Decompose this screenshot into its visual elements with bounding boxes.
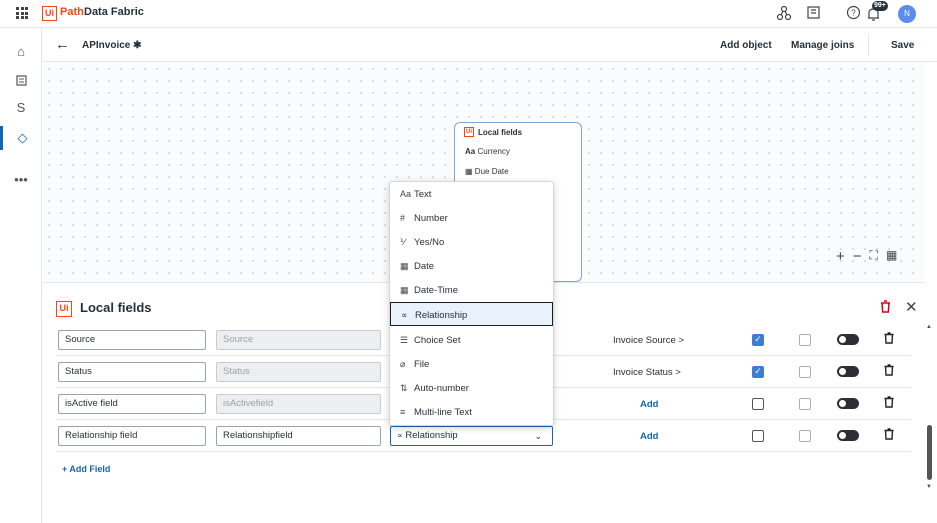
relationship-icon: ∝ <box>401 310 408 320</box>
type-option-multi-line-text[interactable]: ≡ Multi-line Text <box>390 400 553 424</box>
uipath-logo: Ui <box>42 6 57 21</box>
unique-checkbox[interactable] <box>799 334 811 346</box>
encrypt-toggle[interactable] <box>837 366 859 377</box>
app-title: Data Fabric <box>84 6 144 18</box>
svg-text:?: ? <box>851 9 856 18</box>
minimap-icon[interactable]: ▦ <box>886 248 897 265</box>
app-launcher-icon[interactable] <box>16 7 28 19</box>
field-name-input: isActivefield <box>216 394 381 414</box>
relationship-icon: ∝ <box>397 431 403 440</box>
unique-checkbox[interactable] <box>799 366 811 378</box>
display-name-field[interactable]: Relationship field <box>58 426 206 446</box>
manage-joins-button[interactable]: Manage joins <box>791 40 854 51</box>
type-option-number[interactable]: # Number <box>390 206 553 230</box>
encrypt-toggle[interactable] <box>837 430 859 441</box>
type-option-yes-no[interactable]: ⅟ Yes/No <box>390 230 553 254</box>
required-checkbox[interactable]: ✓ <box>752 366 764 378</box>
delete-entity-icon[interactable] <box>880 300 891 316</box>
required-checkbox[interactable] <box>752 398 764 410</box>
avatar[interactable]: N <box>898 5 916 23</box>
resource-center-icon[interactable] <box>806 5 821 23</box>
zoom-out-icon[interactable]: − <box>853 248 862 265</box>
chevron-down-icon: ⌄ <box>534 431 542 441</box>
calendar-clock-icon: ▦ <box>400 285 409 295</box>
lines-icon: ≡ <box>400 407 406 417</box>
zoom-in-icon[interactable]: + <box>836 248 845 265</box>
display-name-field[interactable]: isActive field <box>58 394 206 414</box>
unique-checkbox[interactable] <box>799 398 811 410</box>
type-option-file[interactable]: ⌀ File <box>390 352 553 376</box>
scroll-up-icon[interactable]: ▲ <box>926 324 932 330</box>
sort-icon: ⇅ <box>400 383 408 393</box>
panel-title: Local fields <box>80 300 152 315</box>
field-name-input[interactable]: Relationshipfield <box>216 426 381 446</box>
entities-icon[interactable]: ◇ <box>0 126 42 150</box>
field-type-select[interactable]: ∝ Relationship ⌄ <box>390 426 553 446</box>
more-icon[interactable]: ••• <box>0 168 42 192</box>
scroll-down-icon[interactable]: ▼ <box>926 484 932 490</box>
add-object-button[interactable]: Add object <box>720 40 772 51</box>
type-option-relationship[interactable]: ∝ Relationship <box>390 302 553 326</box>
connections-icon[interactable]: S <box>0 96 42 120</box>
paperclip-icon: ⌀ <box>400 359 406 369</box>
node-field: ▦ Due Date <box>465 167 509 176</box>
type-option-choice-set[interactable]: ☰ Choice Set <box>390 328 553 352</box>
yes-no-type-icon: ⅟ <box>400 237 406 247</box>
help-icon[interactable]: ? <box>846 5 861 23</box>
fit-view-icon[interactable]: ⛶ <box>870 248 878 265</box>
field-name-input: Status <box>216 362 381 382</box>
choice-set-icon: ☰ <box>400 335 409 345</box>
zoom-controls: + − ⛶ ▦ <box>836 248 897 265</box>
add-relation-link[interactable]: Add <box>640 431 658 442</box>
unique-checkbox[interactable] <box>799 430 811 442</box>
home-icon[interactable]: ⌂ <box>0 40 42 64</box>
scrollbar-thumb[interactable] <box>927 425 932 480</box>
delete-field-icon[interactable] <box>884 396 894 411</box>
add-relation-link[interactable]: Add <box>640 399 658 410</box>
close-icon[interactable]: ✕ <box>905 298 918 316</box>
settings-gear-icon[interactable]: ✱ <box>133 40 141 51</box>
add-field-link[interactable]: + Add Field <box>62 464 110 474</box>
type-option-date[interactable]: ▦ Date <box>390 254 553 278</box>
type-option-text[interactable]: Aa Text <box>390 182 553 206</box>
calendar-icon: ▦ <box>400 261 409 271</box>
required-checkbox[interactable]: ✓ <box>752 334 764 346</box>
display-name-field[interactable]: Source <box>58 330 206 350</box>
calendar-icon: ▦ <box>465 167 473 176</box>
panel-logo-icon: Ui <box>56 301 72 317</box>
node-title: Ui Local fields <box>464 127 523 137</box>
delete-field-icon[interactable] <box>884 428 894 443</box>
save-button[interactable]: Save <box>891 40 914 51</box>
uipath-logo-text: Path <box>60 6 84 18</box>
node-logo-icon: Ui <box>464 127 474 137</box>
node-field: Aa Currency <box>465 147 510 156</box>
type-option-auto-number[interactable]: ⇅ Auto-number <box>390 376 553 400</box>
required-checkbox[interactable] <box>752 430 764 442</box>
notification-badge: 99+ <box>872 1 888 11</box>
data-icon[interactable] <box>0 68 42 92</box>
type-option-date-time[interactable]: ▦ Date-Time <box>390 278 553 302</box>
sidebar: ⌂ S ◇ ••• <box>0 28 42 523</box>
encrypt-toggle[interactable] <box>837 334 859 345</box>
field-name-input: Source <box>216 330 381 350</box>
text-type-icon: Aa <box>400 189 412 199</box>
relation-link[interactable]: Invoice Source > <box>613 335 684 346</box>
display-name-field[interactable]: Status <box>58 362 206 382</box>
entity-name: APInvoice ✱ <box>82 40 142 51</box>
back-arrow-icon[interactable]: ← <box>55 36 70 53</box>
field-type-dropdown: Aa Text # Number ⅟ Yes/No ▦ Date ▦ Date-Time … <box>389 181 554 426</box>
delete-field-icon[interactable] <box>884 364 894 379</box>
relation-link[interactable]: Invoice Status > <box>613 367 681 378</box>
delete-field-icon[interactable] <box>884 332 894 347</box>
number-type-icon: # <box>400 213 406 223</box>
row-divider <box>56 451 911 452</box>
integration-icon[interactable] <box>776 5 792 24</box>
encrypt-toggle[interactable] <box>837 398 859 409</box>
header-divider <box>868 34 869 56</box>
